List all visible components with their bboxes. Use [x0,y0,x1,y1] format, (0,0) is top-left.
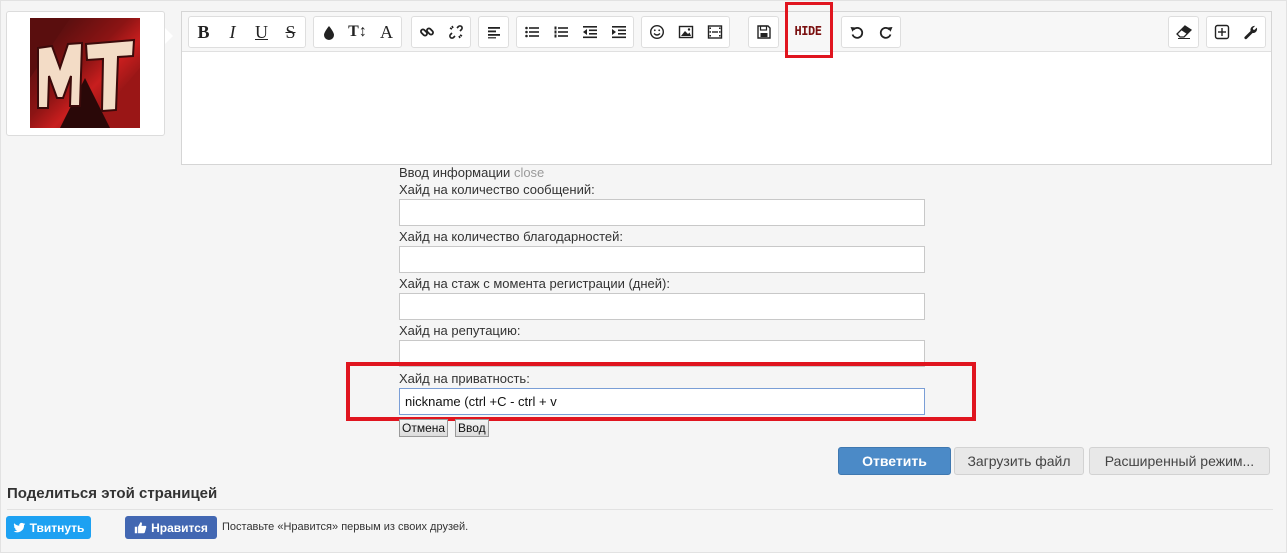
submit-button[interactable]: Ввод [455,419,489,437]
unlink-icon [448,25,463,39]
droplet-icon [323,26,334,40]
undo-icon [850,26,863,39]
tweet-button[interactable]: Твитнуть [6,516,91,539]
bullet-list-icon [524,26,539,38]
indent-button[interactable] [604,17,633,47]
avatar-card [6,11,173,136]
save-draft-button[interactable] [749,17,778,47]
link-group [411,16,471,48]
eraser-icon [1175,25,1192,39]
bullet-list-button[interactable] [517,17,546,47]
image-button[interactable] [671,17,700,47]
likes-count-input[interactable] [399,246,925,273]
numbered-list-icon [554,26,568,38]
insert-table-button[interactable] [1207,17,1236,47]
align-group [478,16,509,48]
list-group [516,16,634,48]
text-style-group: B I U S [188,16,306,48]
redo-button[interactable] [871,17,900,47]
hide-button-highlight [785,2,833,58]
smilie-button[interactable] [642,17,671,47]
form-heading-text: Ввод информации [399,165,511,180]
align-left-icon [487,27,500,39]
upload-file-button[interactable]: Загрузить файл [954,447,1084,475]
remove-formatting-button[interactable] [1169,17,1198,47]
indent-icon [611,26,626,39]
days-registered-input[interactable] [399,293,925,320]
divider [7,509,1273,510]
undo-button[interactable] [842,17,871,47]
wrench-icon [1243,25,1257,40]
underline-button[interactable]: U [247,17,276,47]
thumbs-up-icon [134,522,147,534]
italic-button[interactable]: I [218,17,247,47]
font-size-button[interactable]: T↕ [343,17,372,47]
settings-button[interactable] [1236,17,1265,47]
outdent-button[interactable] [575,17,604,47]
options-group [1206,16,1266,48]
insert-group [641,16,730,48]
advanced-mode-button[interactable]: Расширенный режим... [1089,447,1270,475]
twitter-bird-icon [13,522,25,533]
form-heading: Ввод информации close [399,165,544,180]
plus-square-icon [1214,24,1229,40]
redo-icon [879,26,892,39]
clear-group [1168,16,1199,48]
smiley-icon [649,24,664,40]
like-label: Нравится [151,520,208,535]
field-label: Хайд на количество благодарностей: [399,229,624,244]
save-group [748,16,779,48]
like-button[interactable]: Нравится [125,516,217,539]
messages-count-input[interactable] [399,199,925,226]
text-color-button[interactable] [314,17,343,47]
cancel-button[interactable]: Отмена [399,419,449,437]
align-button[interactable] [479,17,508,47]
avatar[interactable] [30,18,140,128]
strikethrough-button[interactable]: S [276,17,305,47]
history-group [841,16,901,48]
link-icon [419,27,434,37]
outdent-icon [582,26,597,39]
film-icon [707,25,722,39]
bold-button[interactable]: B [189,17,218,47]
tweet-label: Твитнуть [29,520,85,535]
avatar-image [30,18,140,128]
like-hint: Поставьте «Нравится» первым из своих дру… [222,521,469,533]
reply-button[interactable]: Ответить [838,447,951,475]
media-button[interactable] [700,17,729,47]
message-editor: B I U S T↕ A HIDE [181,11,1272,165]
unlink-button[interactable] [441,17,470,47]
share-title: Поделиться этой страницей [7,485,218,502]
privacy-field-highlight [346,362,976,421]
numbered-list-button[interactable] [546,17,575,47]
editor-toolbar: B I U S T↕ A HIDE [182,12,1271,52]
close-link[interactable]: close [514,165,544,180]
image-icon [678,25,693,39]
field-label: Хайд на стаж с момента регистрации (дней… [399,276,670,291]
font-group: T↕ A [313,16,402,48]
editor-text-area[interactable] [182,52,1271,164]
field-label: Хайд на количество сообщений: [399,182,595,197]
field-label: Хайд на репутацию: [399,323,521,338]
link-button[interactable] [412,17,441,47]
font-family-button[interactable]: A [372,17,401,47]
floppy-icon [756,25,771,39]
